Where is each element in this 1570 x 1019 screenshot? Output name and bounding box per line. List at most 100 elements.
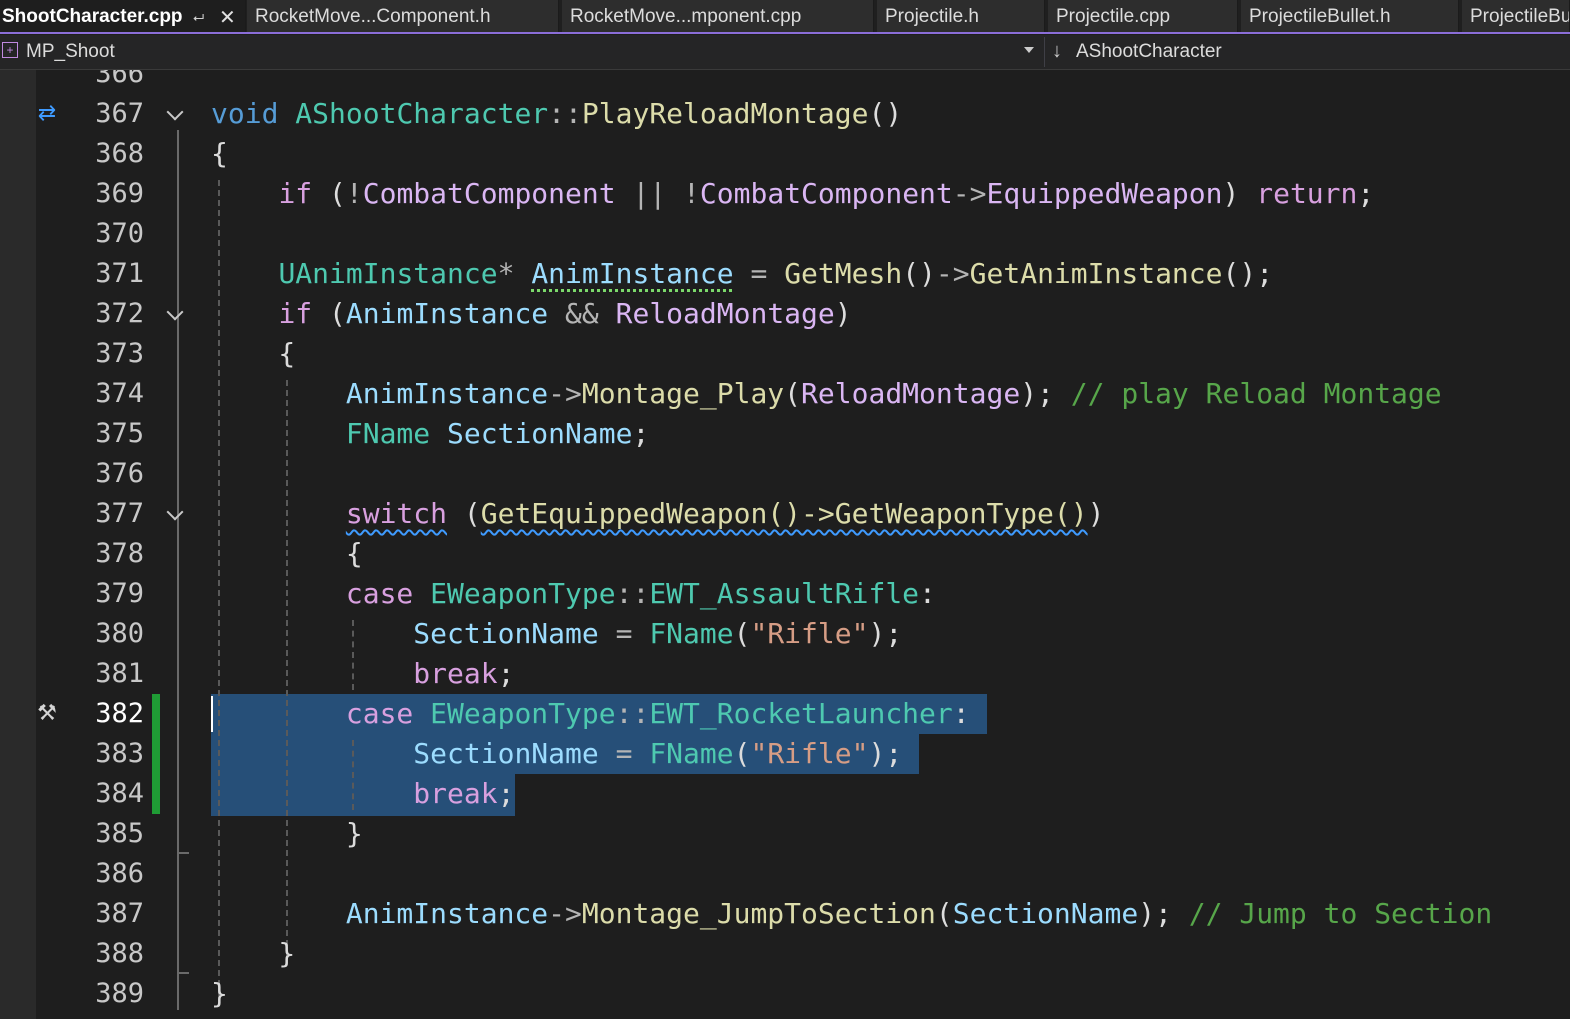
chevron-down-icon[interactable]	[166, 303, 184, 321]
code-token: (	[312, 297, 346, 330]
code-token: case	[345, 577, 414, 610]
chevron-down-icon[interactable]	[166, 103, 184, 121]
code-text[interactable]: break;	[211, 774, 514, 814]
line-number: 376	[95, 458, 144, 489]
code-token: ;	[497, 657, 515, 690]
tab-projectilebullet-cpp[interactable]: ProjectileBu	[1462, 0, 1570, 32]
line-number: 386	[95, 858, 144, 889]
code-token: !	[345, 177, 363, 210]
tab-label: Projectile.cpp	[1056, 6, 1171, 27]
code-line: 368 {	[36, 134, 1570, 174]
sync-arrows-icon[interactable]: ⇄	[36, 100, 58, 126]
code-token: GetAnimInstance	[969, 257, 1223, 290]
code-line: 381 break;	[36, 654, 1570, 694]
tab-projectile-cpp[interactable]: Projectile.cpp	[1048, 0, 1238, 32]
code-token: ->	[952, 177, 987, 210]
hammer-icon[interactable]: ⚒	[36, 700, 58, 726]
tab-shootcharacter-cpp[interactable]: ShootCharacter.cpp ⮠ ✕	[0, 0, 246, 32]
code-text[interactable]: }	[211, 974, 228, 1014]
code-text[interactable]: case EWeaponType::EWT_AssaultRifle:	[211, 574, 936, 614]
code-text[interactable]: if (!CombatComponent || !CombatComponent…	[211, 174, 1374, 214]
line-number: 377	[95, 498, 144, 529]
code-token: ::	[615, 697, 650, 730]
code-token: );	[1020, 377, 1071, 410]
code-token: FName	[345, 417, 431, 450]
tab-label: RocketMove...mponent.cpp	[570, 6, 802, 27]
code-token: {	[211, 137, 228, 170]
code-line: 388 }	[36, 934, 1570, 974]
code-text[interactable]: UAnimInstance* AnimInstance = GetMesh()-…	[211, 254, 1273, 294]
code-text[interactable]: {	[211, 134, 228, 174]
code-text[interactable]: AnimInstance->Montage_Play(ReloadMontage…	[211, 374, 1442, 414]
code-token: }	[211, 817, 363, 850]
chevron-down-icon[interactable]	[1024, 47, 1034, 53]
code-line: 380 SectionName = FName("Rifle");	[36, 614, 1570, 654]
chevron-down-icon[interactable]	[166, 503, 184, 521]
code-line: 384 break;	[36, 774, 1570, 814]
code-line: 389}	[36, 974, 1570, 1014]
tab-label: ShootCharacter.cpp	[2, 6, 183, 27]
line-number: 382	[95, 698, 144, 729]
code-text[interactable]: case EWeaponType::EWT_RocketLauncher:	[211, 694, 970, 734]
code-token: break	[413, 657, 498, 690]
code-token: Montage_JumpToSection	[581, 897, 936, 930]
code-token: ::	[615, 577, 650, 610]
code-text[interactable]: void AShootCharacter::PlayReloadMontage(…	[211, 94, 902, 134]
code-text[interactable]: {	[211, 534, 363, 574]
code-text[interactable]: FName SectionName;	[211, 414, 649, 454]
code-text[interactable]: break;	[211, 654, 514, 694]
code-token: );	[1138, 897, 1189, 930]
code-text[interactable]: }	[211, 814, 363, 854]
tab-rocketmovement-component-h[interactable]: RocketMove...Component.h	[247, 0, 559, 32]
code-token: }	[211, 977, 228, 1010]
code-token: EquippedWeapon	[986, 177, 1223, 210]
line-number: 387	[95, 898, 144, 929]
code-token: SectionName	[413, 617, 599, 650]
tab-projectilebullet-h[interactable]: ProjectileBullet.h	[1241, 0, 1459, 32]
tab-label: ProjectileBu	[1470, 6, 1570, 27]
code-token: =	[750, 257, 768, 290]
code-token: void	[211, 97, 279, 130]
tab-rocketmovement-component-cpp[interactable]: RocketMove...mponent.cpp	[562, 0, 874, 32]
code-token: ()	[902, 257, 936, 290]
code-line: 375 FName SectionName;	[36, 414, 1570, 454]
code-token: ;	[632, 417, 650, 450]
code-token: =	[615, 737, 633, 770]
code-line: 378 {	[36, 534, 1570, 574]
line-number: 379	[95, 578, 144, 609]
code-token: EWeaponType	[430, 697, 616, 730]
scope-dropdown[interactable]: ↓ AShootCharacter	[1048, 35, 1570, 69]
code-editor[interactable]: 366 ⇄ 367 void AShootCharacter::PlayReload…	[36, 70, 1570, 1019]
code-text[interactable]: }	[211, 934, 295, 974]
project-dropdown[interactable]: + MP_Shoot	[0, 35, 1044, 69]
code-token: PlayReloadMontage	[581, 97, 869, 130]
code-token: AnimInstance	[345, 897, 549, 930]
code-text[interactable]: if (AnimInstance && ReloadMontage)	[211, 294, 851, 334]
tab-projectile-h[interactable]: Projectile.h	[877, 0, 1045, 32]
line-number: 374	[95, 378, 144, 409]
close-icon[interactable]: ✕	[219, 5, 236, 30]
code-token: SectionName	[447, 417, 633, 450]
code-line: 373 {	[36, 334, 1570, 374]
code-token: );	[868, 617, 903, 650]
code-text[interactable]: AnimInstance->Montage_JumpToSection(Sect…	[211, 894, 1492, 934]
code-text[interactable]: switch (GetEquippedWeapon()->GetWeaponTy…	[211, 494, 1105, 534]
code-text[interactable]: {	[211, 334, 295, 374]
code-text[interactable]: SectionName = FName("Rifle");	[211, 614, 902, 654]
code-text[interactable]: SectionName = FName("Rifle");	[211, 734, 902, 774]
code-line: 370	[36, 214, 1570, 254]
code-token: EWT_AssaultRifle	[649, 577, 920, 610]
pin-icon[interactable]: ⮠	[193, 9, 204, 26]
